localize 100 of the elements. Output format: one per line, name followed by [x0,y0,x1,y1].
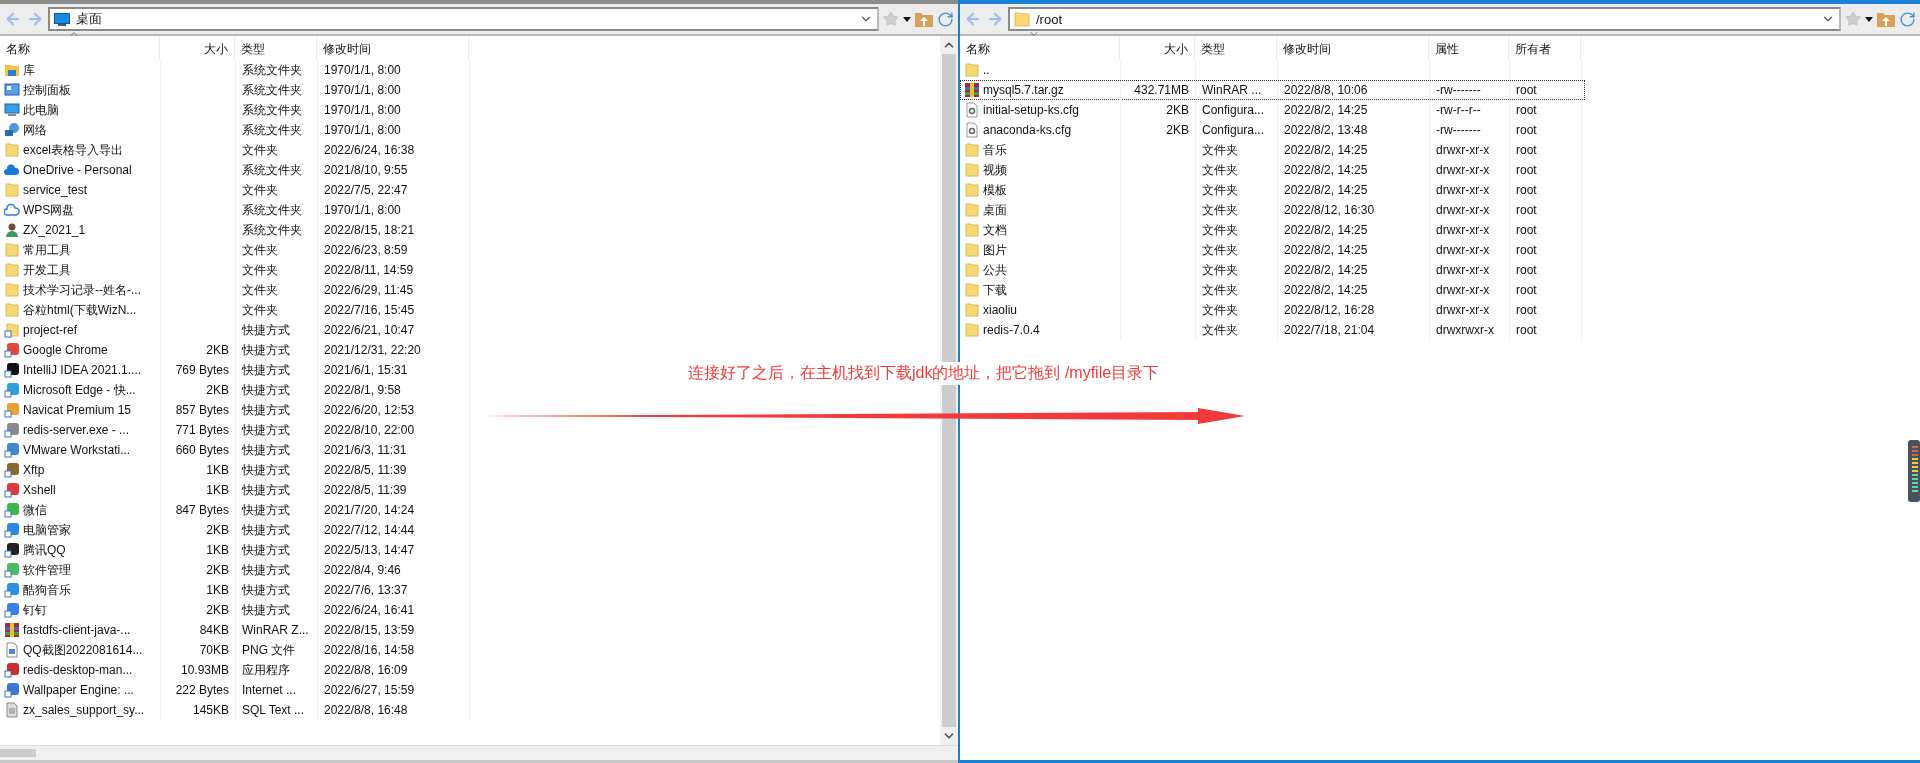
path-field[interactable]: /root [1008,7,1841,31]
file-name-cell[interactable]: 钉钉 [1,600,161,620]
table-cell: 文件夹 [236,240,318,260]
star-icon[interactable] [1845,11,1861,27]
file-name-cell[interactable]: Xshell [1,480,161,500]
folder-shortcut-icon [4,322,20,338]
table-cell: 2022/7/5, 22:47 [318,180,470,200]
forward-arrow-icon[interactable] [986,10,1004,28]
folder-icon [964,162,980,178]
monitor-icon [54,12,70,26]
caret-icon[interactable] [903,16,911,22]
file-name-cell[interactable]: redis-server.exe - ... [1,420,161,440]
folder-icon [964,62,980,78]
column-header[interactable]: 修改时间 [1277,36,1429,60]
file-name-cell[interactable]: fastdfs-client-java-... [1,620,161,640]
table-cell: 快捷方式 [236,500,318,520]
file-name-cell[interactable]: 技术学习记录--姓名-... [1,280,161,300]
column-header[interactable]: 大小 [160,36,235,60]
caret-icon[interactable] [1865,16,1873,22]
file-name-cell[interactable]: 微信 [1,500,161,520]
file-name-cell[interactable]: Microsoft Edge - 快... [1,380,161,400]
file-name-cell[interactable]: IntelliJ IDEA 2021.1.... [1,360,161,380]
file-name-cell[interactable]: Xftp [1,460,161,480]
file-name-cell[interactable]: 图片 [961,240,1121,260]
refresh-icon[interactable] [937,10,954,28]
table-cell: 2021/6/1, 15:31 [318,360,470,380]
file-name-cell[interactable]: 视频 [961,160,1121,180]
file-name-cell[interactable]: ZX_2021_1 [1,220,161,240]
app-shortcut-icon [4,342,20,358]
table-cell: 2022/8/8, 10:06 [1278,80,1430,100]
file-name-cell[interactable]: initial-setup-ks.cfg [961,100,1121,120]
table-cell: 769 Bytes [161,360,236,380]
forward-arrow-icon[interactable] [26,10,44,28]
file-name-cell[interactable]: 谷粒html(下载WizN... [1,300,161,320]
column-header[interactable]: 类型 [235,36,317,60]
file-name-cell[interactable]: mysql5.7.tar.gz [961,80,1121,100]
table-cell: 快捷方式 [236,340,318,360]
app-shortcut-icon [4,562,20,578]
table-cell: 2021/12/31, 22:20 [318,340,470,360]
folder-icon [4,242,20,258]
table-cell: 2022/8/5, 11:39 [318,480,470,500]
table-cell: 2022/8/2, 14:25 [1278,180,1430,200]
column-header[interactable]: 名称 [0,36,160,60]
level-meter-icon [1908,440,1920,502]
app-shortcut-icon [4,402,20,418]
library-folder-icon [4,62,20,78]
file-name-cell[interactable]: Wallpaper Engine: ... [1,680,161,700]
file-name-cell[interactable]: 软件管理 [1,560,161,580]
file-name-cell[interactable]: 模板 [961,180,1121,200]
column-header[interactable]: 大小 [1120,36,1195,60]
file-name-cell[interactable]: QQ截图2022081614... [1,640,161,660]
file-name-cell[interactable]: 桌面 [961,200,1121,220]
file-name-cell[interactable]: 电脑管家 [1,520,161,540]
file-name-cell[interactable]: 公共 [961,260,1121,280]
file-name-cell[interactable]: redis-desktop-man... [1,660,161,680]
file-name-cell[interactable]: OneDrive - Personal [1,160,161,180]
table-cell: 2KB [161,520,236,540]
column-header[interactable]: 类型 [1195,36,1277,60]
file-name-cell[interactable]: 下载 [961,280,1121,300]
file-name-cell[interactable]: 控制面板 [1,80,161,100]
table-cell: 文件夹 [1196,160,1278,180]
file-name-cell[interactable]: xiaoliu [961,300,1121,320]
file-name-cell[interactable]: 酷狗音乐 [1,580,161,600]
table-cell: 2022/6/20, 12:53 [318,400,470,420]
file-name-cell[interactable]: .. [961,60,1121,80]
selected-file-row[interactable]: mysql5.7.tar.gz 432.71MB WinRAR ... 2022/8/8, 10:06 -rw------- root [960,80,1585,100]
column-header[interactable]: 所有者 [1509,36,1581,60]
file-name-cell[interactable]: 腾讯QQ [1,540,161,560]
file-name-cell[interactable]: 文档 [961,220,1121,240]
path-field[interactable]: 桌面 [48,7,879,31]
file-name-cell[interactable]: 此电脑 [1,100,161,120]
table-cell: 857 Bytes [161,400,236,420]
file-name-cell[interactable]: 网络 [1,120,161,140]
column-header[interactable]: 属性 [1429,36,1509,60]
file-name-cell[interactable]: VMware Workstati... [1,440,161,460]
file-name-cell[interactable]: redis-7.0.4 [961,320,1121,340]
file-name-cell[interactable]: 开发工具 [1,260,161,280]
table-cell: 快捷方式 [236,460,318,480]
file-name-cell[interactable]: WPS网盘 [1,200,161,220]
file-name-cell[interactable]: 常用工具 [1,240,161,260]
column-header[interactable]: 修改时间 [317,36,469,60]
star-icon[interactable] [883,11,899,27]
table-cell: -rw------- [1430,120,1510,140]
file-name-cell[interactable]: Google Chrome [1,340,161,360]
app-shortcut-icon [4,582,20,598]
file-name-cell[interactable]: excel表格导入导出 [1,140,161,160]
file-name-cell[interactable]: anaconda-ks.cfg [961,120,1121,140]
file-name-cell[interactable]: 音乐 [961,140,1121,160]
refresh-icon[interactable] [1899,10,1916,28]
table-cell: drwxr-xr-x [1430,220,1510,240]
column-header[interactable]: 名称 [960,36,1120,60]
file-name-cell[interactable]: 库 [1,60,161,80]
folder-icon [964,262,980,278]
file-name-cell[interactable]: Navicat Premium 15 [1,400,161,420]
file-name-cell[interactable]: zx_sales_support_sy... [1,700,161,720]
file-name-cell[interactable]: service_test [1,180,161,200]
horizontal-scrollbar[interactable] [0,745,958,760]
table-cell: 2KB [161,600,236,620]
annotation-text: 连接好了之后，在主机找到下载jdk的地址，把它拖到 /myfile目录下 [686,362,1162,385]
file-name-cell[interactable]: project-ref [1,320,161,340]
